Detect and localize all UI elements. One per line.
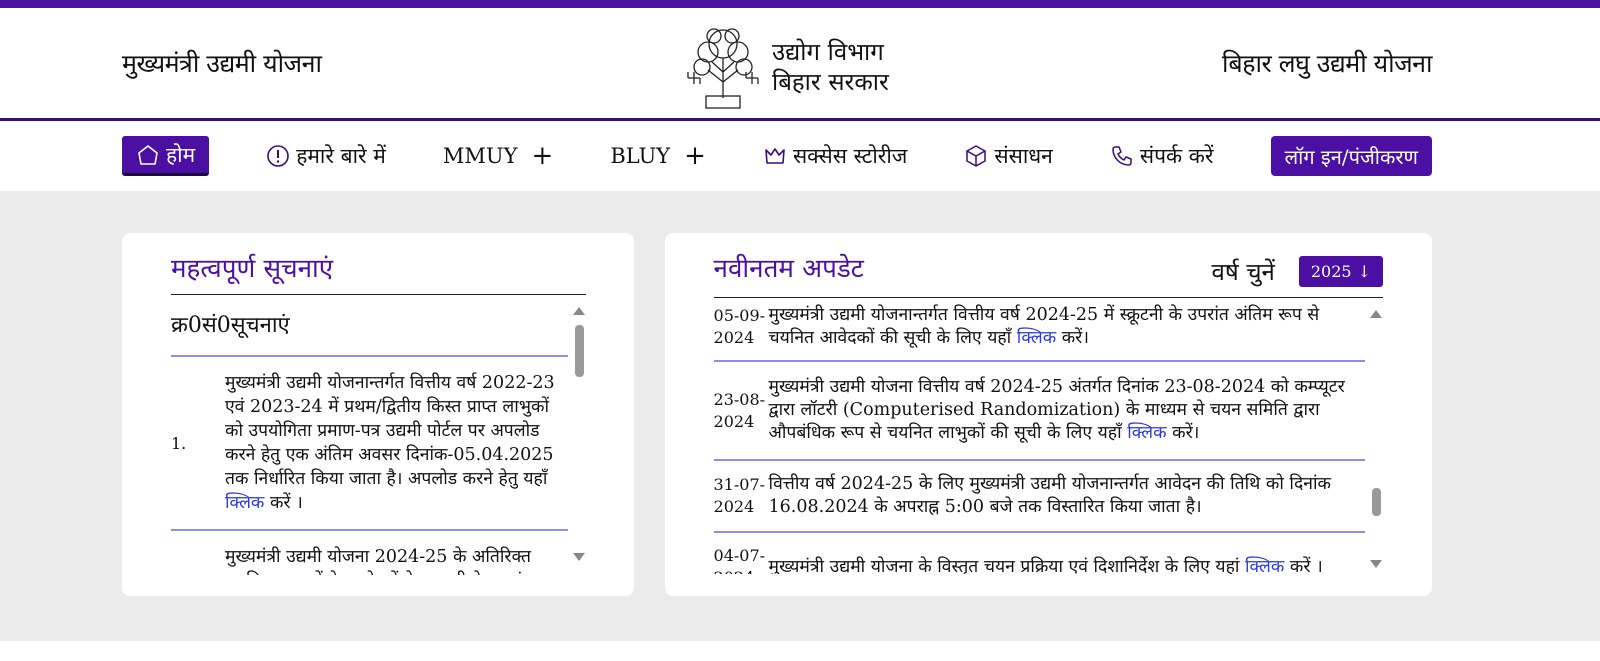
plus-icon: + [684, 141, 706, 171]
crown-icon [765, 148, 785, 164]
footer-strip [0, 641, 1600, 661]
nav-about-label: हमारे बारे में [296, 144, 386, 168]
plus-icon: + [531, 141, 554, 171]
click-link[interactable]: क्लिक [1017, 328, 1056, 348]
nav-about[interactable]: हमारे बारे में [266, 142, 386, 170]
update-body: मुख्यमंत्री उद्यमी योजना वित्तीय वर्ष 20… [768, 377, 1345, 443]
update-text: मुख्यमंत्री उद्यमी योजना के विस्तृत चयन … [768, 545, 1365, 575]
update-body: मुख्यमंत्री उद्यमी योजना के विस्तृत चयन … [768, 556, 1245, 575]
updates-scrollbar[interactable] [1369, 310, 1383, 568]
info-circle-icon [267, 145, 290, 167]
update-date: 31-07- 2024 [714, 473, 769, 519]
updates-header: नवीनतम अपडेट वर्ष चुनें 2025 ↓ [713, 251, 1383, 298]
nav-home[interactable]: होम [122, 136, 210, 176]
date-part: 31-07- [713, 475, 766, 494]
nav-mmuy[interactable]: MMUY + [443, 141, 553, 171]
click-link[interactable]: क्लिक [1245, 557, 1284, 575]
header-left-title[interactable]: मुख्यमंत्री उद्यमी योजना [122, 46, 322, 80]
list-item: 05-09- 2024 मुख्यमंत्री उद्यमी योजनान्तर्… [713, 298, 1365, 362]
scroll-thumb[interactable] [574, 325, 584, 377]
notice-text: मुख्यमंत्री उद्यमी योजनान्तर्गत वित्तीय … [225, 371, 568, 515]
notices-column-header: क्र0सं0सूचनाएं [171, 295, 568, 357]
scroll-down-arrow-icon[interactable] [1370, 560, 1382, 568]
update-text: वित्तीय वर्ष 2024-25 के लिए मुख्यमंत्री … [768, 474, 1331, 517]
update-date: 23-08- 2024 [714, 376, 769, 445]
nav-success-stories[interactable]: सक्सेस स्टोरीज [763, 142, 907, 170]
list-item: 1. मुख्यमंत्री उद्यमी योजनान्तर्गत वित्त… [171, 357, 568, 531]
click-link[interactable]: क्लिक [1127, 423, 1166, 443]
notice-number [171, 545, 225, 575]
date-year: 2024 [713, 411, 755, 431]
site-header: मुख्यमंत्री उद्यमी योजना उद्योग विभाग बि… [0, 8, 1600, 121]
department-name: उद्योग विभाग बिहार सरकार [772, 37, 889, 97]
header-center: उद्योग विभाग बिहार सरकार [684, 22, 889, 112]
nav-resources-label: संसाधन [994, 144, 1053, 168]
scroll-down-arrow-icon[interactable] [572, 553, 585, 561]
nav-bluy[interactable]: BLUY + [610, 141, 706, 171]
notices-scrollbar[interactable] [572, 307, 586, 561]
scroll-up-arrow-icon[interactable] [1370, 310, 1382, 318]
click-link[interactable]: क्लिक [225, 493, 264, 513]
scroll-thumb[interactable] [1372, 488, 1381, 516]
year-value: 2025 [1310, 261, 1352, 281]
updates-title: नवीनतम अपडेट [713, 254, 864, 284]
main-nav: होम हमारे बारे में MMUY + BLUY + सक्सेस … [0, 121, 1600, 191]
date-part: 04-07- [713, 546, 766, 565]
nav-resources[interactable]: संसाधन [964, 142, 1053, 170]
important-notices-panel: महत्वपूर्ण सूचनाएं क्र0सं0सूचनाएं 1. मुख… [122, 233, 634, 596]
year-label: वर्ष चुनें [1211, 257, 1275, 286]
date-year: 2024 [714, 567, 766, 574]
date-year: 2024 [713, 497, 755, 516]
list-item: मुख्यमंत्री उद्यमी योजना 2024-25 के अतिर… [171, 531, 568, 575]
arrow-down-icon: ↓ [1357, 261, 1371, 281]
phone-icon [1112, 146, 1132, 166]
home-icon [138, 144, 158, 165]
list-item: 23-08- 2024 मुख्यमंत्री उद्यमी योजना वित्… [713, 362, 1365, 461]
update-date: 05-09- 2024 [714, 304, 769, 350]
dept-line-2: बिहार सरकार [772, 68, 889, 96]
box-icon [966, 145, 987, 167]
list-item: 04-07- 2024 मुख्यमंत्री उद्यमी योजना के व… [714, 533, 1365, 574]
top-accent-bar [0, 0, 1600, 8]
update-date: 04-07- 2024 [714, 545, 769, 574]
latest-updates-panel: नवीनतम अपडेट वर्ष चुनें 2025 ↓ 05-09- 202… [664, 233, 1432, 596]
notice-body: मुख्यमंत्री उद्यमी योजनान्तर्गत वित्तीय … [225, 373, 555, 489]
year-select[interactable]: 2025 ↓ [1298, 255, 1383, 287]
update-suffix: करें। [1166, 423, 1200, 443]
nav-success-label: सक्सेस स्टोरीज [792, 144, 908, 168]
update-text: मुख्यमंत्री उद्यमी योजना वित्तीय वर्ष 20… [769, 376, 1365, 445]
date-part: 23-08- [713, 389, 766, 409]
year-picker: वर्ष चुनें 2025 ↓ [1211, 255, 1383, 288]
update-suffix: करें । [1284, 556, 1323, 575]
header-right-title[interactable]: बिहार लघु उद्यमी योजना [1222, 46, 1433, 80]
scroll-up-arrow-icon[interactable] [572, 307, 585, 315]
notice-number: 1. [171, 433, 187, 453]
nav-contact[interactable]: संपर्क करें [1110, 142, 1214, 170]
nav-mmuy-label: MMUY [442, 144, 518, 168]
notices-title: महत्वपूर्ण सूचनाएं [171, 251, 586, 295]
date-year: 2024 [713, 328, 755, 347]
notice-suffix: करें । [264, 493, 303, 513]
notice-text: मुख्यमंत्री उद्यमी योजना 2024-25 के अतिर… [225, 547, 532, 575]
updates-list[interactable]: 05-09- 2024 मुख्यमंत्री उद्यमी योजनान्तर्… [713, 298, 1383, 574]
update-text: मुख्यमंत्री उद्यमी योजनान्तर्गत वित्तीय … [769, 304, 1365, 350]
notices-list[interactable]: क्र0सं0सूचनाएं 1. मुख्यमंत्री उद्यमी योज… [171, 295, 586, 575]
login-register-button[interactable]: लॉग इन/पंजीकरण [1270, 136, 1432, 176]
nav-bluy-label: BLUY [610, 144, 671, 168]
update-suffix: करें। [1056, 328, 1089, 348]
dept-line-1: उद्योग विभाग [772, 38, 884, 66]
nav-home-label: होम [166, 142, 196, 167]
main-content: महत्वपूर्ण सूचनाएं क्र0सं0सूचनाएं 1. मुख… [0, 191, 1600, 641]
nav-contact-label: संपर्क करें [1139, 144, 1214, 168]
bihar-emblem-icon[interactable] [684, 22, 762, 112]
list-item: 31-07- 2024 वित्तीय वर्ष 2024-25 के लिए म… [713, 461, 1365, 533]
date-part: 05-09- [713, 306, 766, 325]
